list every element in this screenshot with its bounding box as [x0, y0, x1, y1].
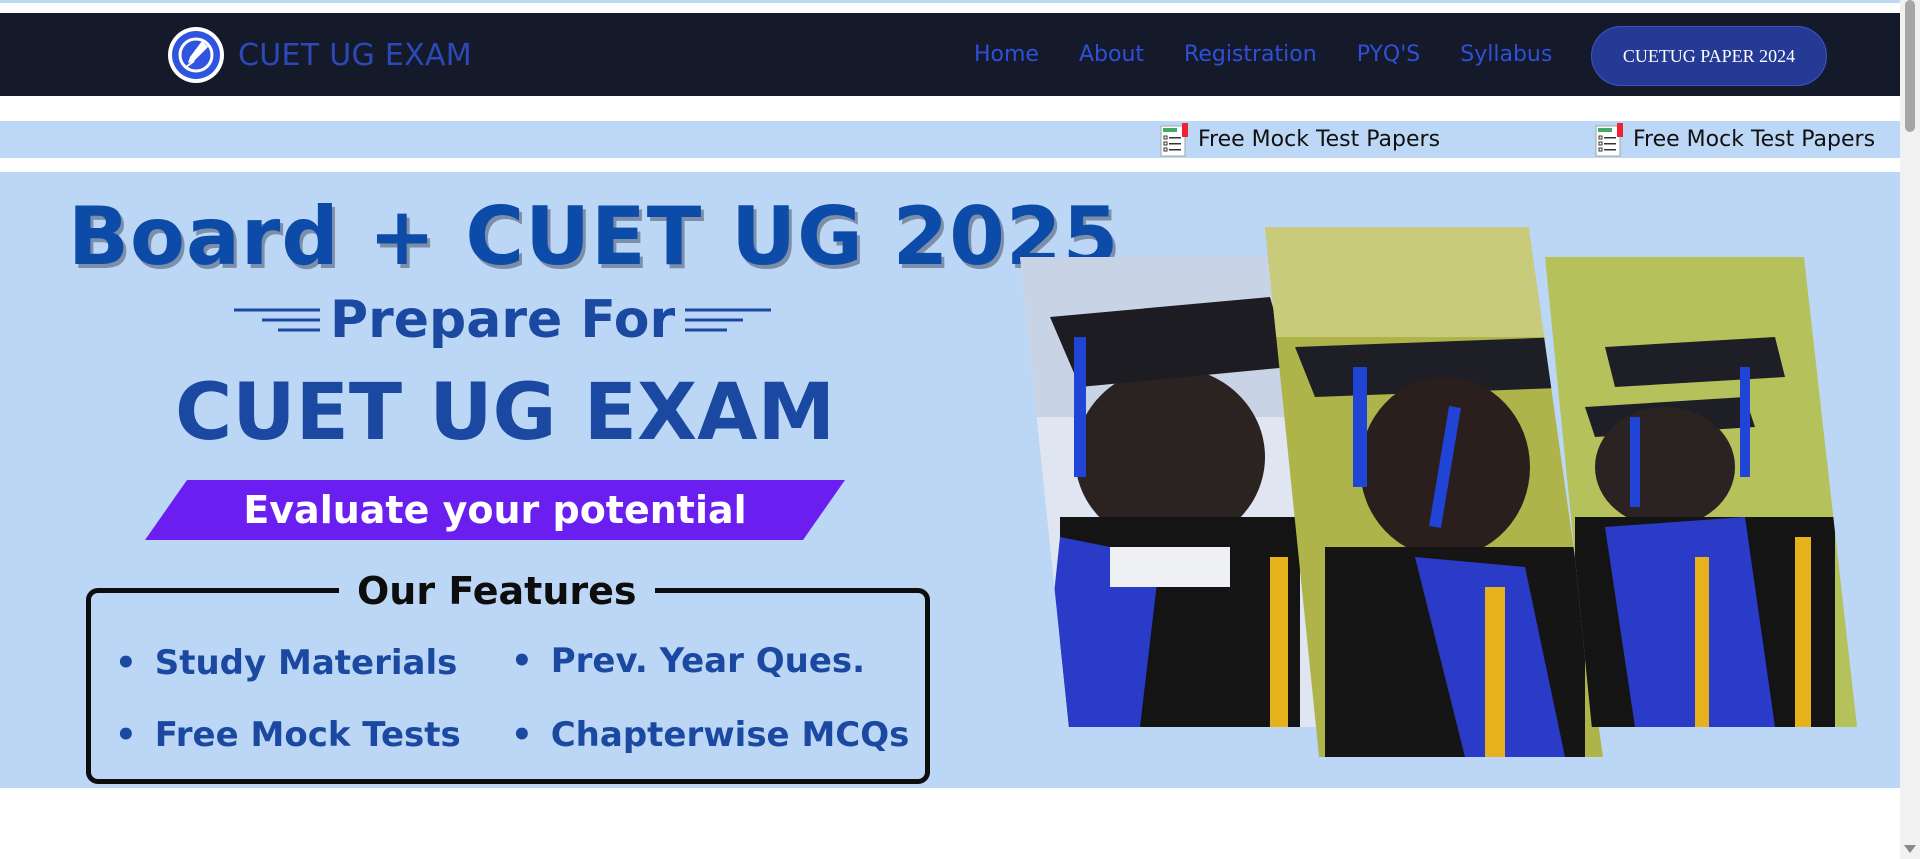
- nav-about[interactable]: About: [1079, 42, 1144, 67]
- feature-prev-year-ques: Prev. Year Ques.: [511, 641, 865, 681]
- speed-lines-left-icon: [234, 308, 320, 332]
- news-ticker: Free Mock Test Papers Free Mock Test Pap…: [0, 121, 1900, 158]
- ticker-item[interactable]: Free Mock Test Papers: [1595, 121, 1875, 158]
- ribbon-text: Evaluate your potential: [243, 488, 747, 532]
- brand[interactable]: CUET UG EXAM: [168, 27, 472, 83]
- nav-links: Home About Registration PYQ'S Syllabus: [974, 13, 1592, 96]
- ticker-label: Free Mock Test Papers: [1198, 127, 1441, 152]
- prepare-heading: Prepare For: [232, 290, 773, 350]
- hero-banner[interactable]: Board + CUET UG 2025 Prepare For CUET UG…: [0, 172, 1900, 788]
- nav-syllabus[interactable]: Syllabus: [1460, 42, 1552, 67]
- graduates-photo: [1545, 257, 1857, 727]
- prepare-text: Prepare For: [330, 290, 676, 350]
- test-paper-icon: [1160, 122, 1190, 157]
- nav-pyqs[interactable]: PYQ'S: [1357, 42, 1421, 67]
- graduates-photo-collage: [1010, 222, 1870, 782]
- test-paper-icon: [1595, 122, 1625, 157]
- scroll-down-arrow-icon[interactable]: [1904, 845, 1916, 853]
- feature-study-materials: Study Materials: [115, 643, 458, 683]
- features-title: Our Features: [339, 569, 655, 613]
- evaluate-ribbon: Evaluate your potential: [145, 480, 845, 540]
- speed-lines-right-icon: [685, 308, 772, 332]
- nav-home[interactable]: Home: [974, 42, 1039, 67]
- pen-nib-icon: [168, 27, 224, 83]
- cuetug-paper-2024-button[interactable]: CUETUG PAPER 2024: [1591, 26, 1827, 86]
- brand-name[interactable]: CUET UG EXAM: [238, 38, 472, 73]
- feature-chapterwise-mcqs: Chapterwise MCQs: [511, 715, 910, 755]
- ticker-label: Free Mock Test Papers: [1633, 127, 1876, 152]
- features-box: Our Features Study Materials Prev. Year …: [86, 569, 930, 784]
- banner-title: Board + CUET UG 2025: [68, 190, 1120, 283]
- top-strip: [0, 0, 1900, 3]
- nav-registration[interactable]: Registration: [1184, 42, 1317, 67]
- scrollbar-thumb[interactable]: [1905, 0, 1915, 132]
- ticker-item[interactable]: Free Mock Test Papers: [1160, 121, 1440, 158]
- navbar: CUET UG EXAM Home About Registration PYQ…: [0, 13, 1900, 96]
- feature-free-mock-tests: Free Mock Tests: [115, 715, 461, 755]
- vertical-scrollbar[interactable]: [1900, 0, 1920, 859]
- banner-exam-name: CUET UG EXAM: [175, 368, 836, 458]
